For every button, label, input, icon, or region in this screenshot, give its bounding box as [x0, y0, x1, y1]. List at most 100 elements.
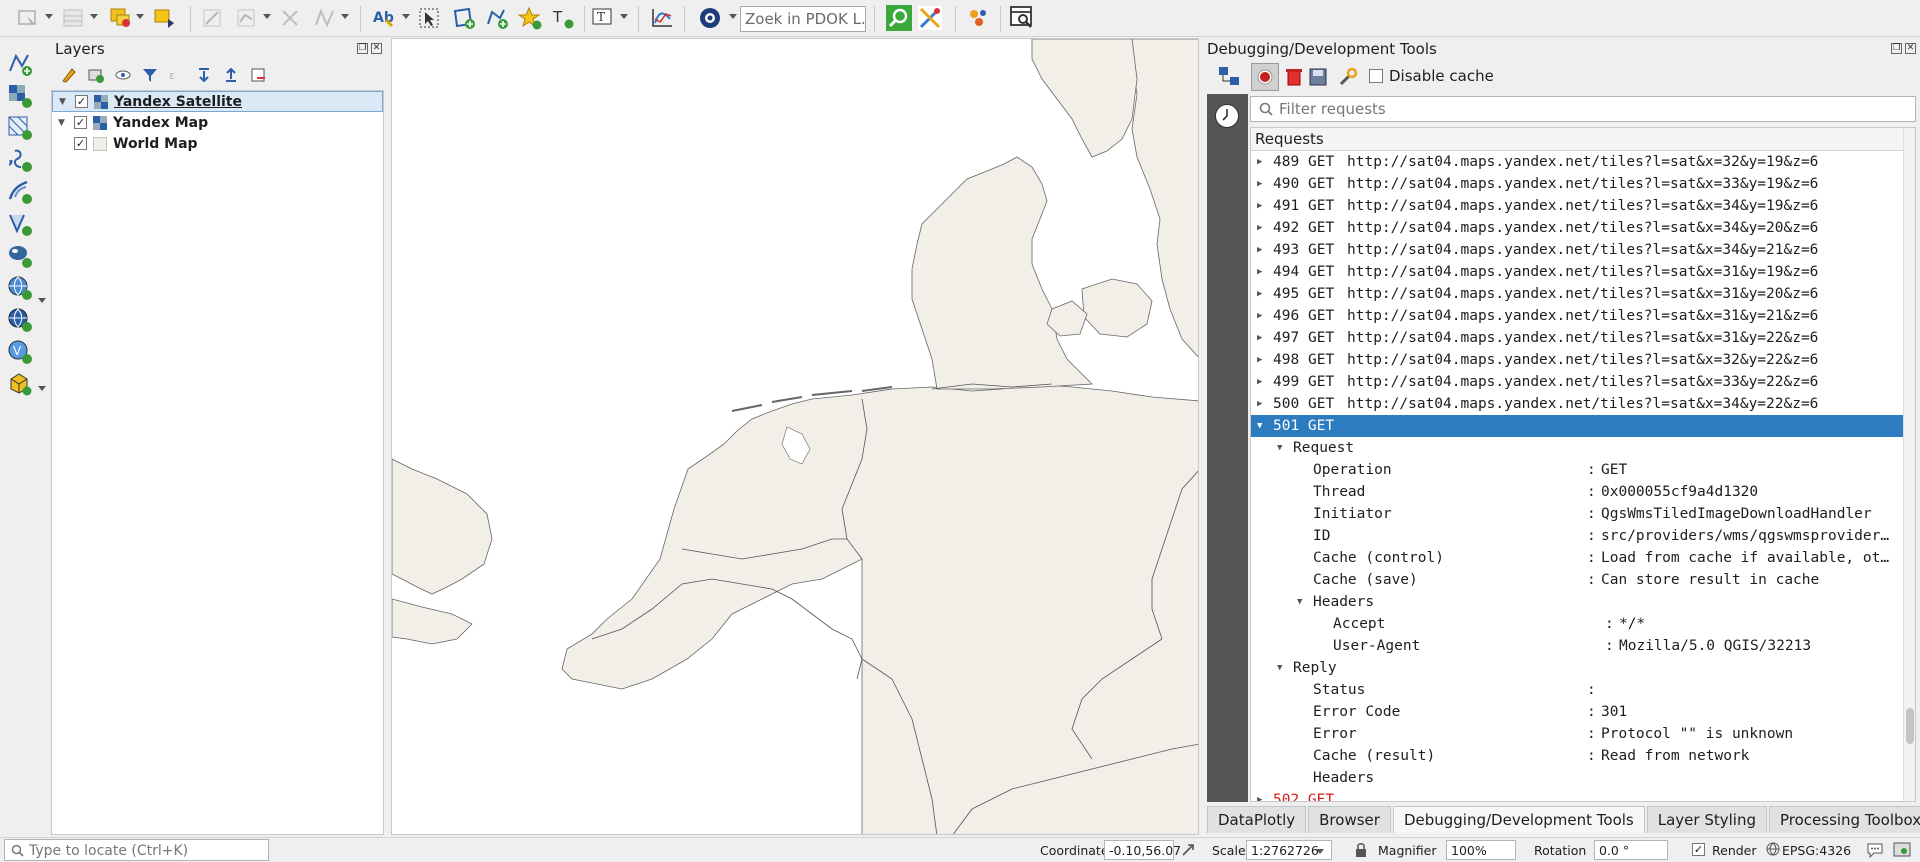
- text-annotation-icon[interactable]: Ab: [370, 4, 398, 32]
- request-row[interactable]: ▶ 494 GET http://sat04.maps.yandex.net/tile…: [1251, 261, 1903, 283]
- request-field[interactable]: Cache (control): Load from cache if avail…: [1251, 547, 1903, 569]
- reply-field[interactable]: Error: Protocol "" is unknown: [1251, 723, 1903, 745]
- select-features-icon[interactable]: [14, 4, 42, 32]
- reply-headers[interactable]: Headers: [1251, 767, 1903, 789]
- record-button[interactable]: [1251, 63, 1279, 91]
- save-log-icon[interactable]: [1307, 66, 1329, 88]
- expand-arrow-icon[interactable]: ▶: [1257, 349, 1267, 371]
- request-field[interactable]: ID: src/providers/wms/qgswmsprovider…: [1251, 525, 1903, 547]
- request-row[interactable]: ▶ 495 GET http://sat04.maps.yandex.net/tile…: [1251, 283, 1903, 305]
- request-field[interactable]: Initiator: QgsWmsTiledImageDownloadHandle…: [1251, 503, 1903, 525]
- float-panel-icon[interactable]: ❐: [1891, 43, 1902, 54]
- headers-section[interactable]: ▼ Headers: [1251, 591, 1903, 613]
- expand-arrow-icon[interactable]: ▶: [1257, 173, 1267, 195]
- expand-arrow-icon[interactable]: ▶: [1257, 393, 1267, 415]
- digitize-icon[interactable]: [198, 4, 226, 32]
- mouse-coordinate-icon[interactable]: [1180, 842, 1196, 861]
- vertical-scrollbar[interactable]: [1903, 128, 1915, 801]
- filter-expression-icon[interactable]: ε: [167, 65, 187, 85]
- vertex-tool-icon[interactable]: [232, 4, 260, 32]
- scrollbar-thumb[interactable]: [1906, 708, 1914, 744]
- deselect-icon[interactable]: [107, 4, 135, 32]
- attribute-table-icon[interactable]: [59, 4, 87, 32]
- style-manager-icon[interactable]: [59, 65, 79, 85]
- add-postgis-icon[interactable]: [6, 242, 34, 270]
- clock-icon[interactable]: [1215, 104, 1239, 128]
- tab-debugging[interactable]: Debugging/Development Tools: [1392, 806, 1645, 833]
- layer-item-yandex-map[interactable]: ▼ ✓ Yandex Map: [52, 112, 383, 133]
- add-group-icon[interactable]: [86, 65, 106, 85]
- plugin-status-icon[interactable]: [1892, 841, 1912, 862]
- add-wms-icon[interactable]: [6, 274, 34, 302]
- processing-icon[interactable]: [916, 4, 944, 32]
- request-row[interactable]: ▶ 500 GET http://sat04.maps.yandex.net/tile…: [1251, 393, 1903, 415]
- add-wfs-icon[interactable]: [6, 306, 34, 334]
- float-panel-icon[interactable]: ❐: [357, 43, 368, 54]
- tab-browser[interactable]: Browser: [1308, 806, 1391, 833]
- identify-icon[interactable]: [150, 4, 178, 32]
- request-row[interactable]: ▶ 502 GET: [1251, 789, 1903, 801]
- pdok-search-input[interactable]: Zoek in PDOK L...: [740, 6, 866, 32]
- add-vector-tile-icon[interactable]: [6, 178, 34, 206]
- filter-legend-icon[interactable]: [140, 65, 160, 85]
- crs-label[interactable]: EPSG:4326: [1782, 843, 1851, 858]
- request-row[interactable]: ▶ 492 GET http://sat04.maps.yandex.net/tile…: [1251, 217, 1903, 239]
- reply-section[interactable]: ▼ Reply: [1251, 657, 1903, 679]
- layer-visibility-checkbox[interactable]: ✓: [74, 137, 87, 150]
- text-box-icon[interactable]: T: [589, 4, 617, 32]
- render-checkbox[interactable]: ✓: [1692, 843, 1705, 856]
- python-icon[interactable]: [965, 4, 993, 32]
- pdok-search-icon[interactable]: [697, 4, 725, 32]
- node-tool-icon[interactable]: [276, 4, 304, 32]
- messages-icon[interactable]: [1866, 842, 1884, 861]
- chart-icon[interactable]: [648, 4, 676, 32]
- request-field[interactable]: Cache (save): Can store result in cache: [1251, 569, 1903, 591]
- manage-visibility-icon[interactable]: [113, 65, 133, 85]
- expand-arrow-icon[interactable]: ▶: [1257, 305, 1267, 327]
- filter-requests-input[interactable]: Filter requests: [1250, 96, 1916, 122]
- request-field[interactable]: Thread:0x000055cf9a4d1320: [1251, 481, 1903, 503]
- map-canvas[interactable]: [391, 38, 1199, 835]
- expand-arrow-icon[interactable]: ▶: [1257, 151, 1267, 173]
- layer-item-yandex-satellite[interactable]: ▼ ✓ Yandex Satellite: [52, 91, 383, 112]
- digitize-vector-icon[interactable]: [6, 50, 34, 78]
- add-virtual-layer-icon[interactable]: [6, 210, 34, 238]
- request-row[interactable]: ▶ 490 GET http://sat04.maps.yandex.net/tile…: [1251, 173, 1903, 195]
- text-tool-icon[interactable]: T: [549, 4, 577, 32]
- tab-dataplotly[interactable]: DataPlotly: [1207, 806, 1307, 833]
- lock-scale-icon[interactable]: [1354, 842, 1368, 861]
- request-row[interactable]: ▶ 493 GET http://sat04.maps.yandex.net/tile…: [1251, 239, 1903, 261]
- add-polygon-icon[interactable]: [449, 4, 477, 32]
- tab-processing-toolbox[interactable]: Processing Toolbox: [1768, 806, 1920, 833]
- expand-arrow-icon[interactable]: ▶: [1257, 283, 1267, 305]
- close-panel-icon[interactable]: ✕: [371, 43, 382, 54]
- request-row[interactable]: ▶ 497 GET http://sat04.maps.yandex.net/tile…: [1251, 327, 1903, 349]
- label-tool-icon[interactable]: [310, 4, 338, 32]
- expand-arrow-icon[interactable]: ▶: [1257, 261, 1267, 283]
- reply-field[interactable]: Cache (result): Read from network: [1251, 745, 1903, 767]
- expand-arrow-icon[interactable]: ▶: [1257, 327, 1267, 349]
- locator-input[interactable]: Type to locate (Ctrl+K): [4, 839, 269, 861]
- disable-cache-checkbox[interactable]: [1369, 69, 1383, 83]
- header-field[interactable]: User-Agent: Mozilla/5.0 QGIS/32213: [1251, 635, 1903, 657]
- request-row[interactable]: ▶ 496 GET http://sat04.maps.yandex.net/tile…: [1251, 305, 1903, 327]
- expand-arrow-icon[interactable]: ▶: [1257, 371, 1267, 393]
- coordinate-field[interactable]: -0.10,56.07: [1104, 840, 1181, 860]
- network-logger-icon[interactable]: [1217, 65, 1241, 89]
- collapse-arrow-icon[interactable]: ▼: [1257, 415, 1267, 437]
- collapse-all-icon[interactable]: [221, 65, 241, 85]
- request-row[interactable]: ▶ 489 GET http://sat04.maps.yandex.net/tile…: [1251, 151, 1903, 173]
- add-raster-icon[interactable]: [6, 82, 34, 110]
- request-field[interactable]: Operation: GET: [1251, 459, 1903, 481]
- request-row[interactable]: ▶ 491 GET http://sat04.maps.yandex.net/tile…: [1251, 195, 1903, 217]
- expand-arrow-icon[interactable]: ▶: [1257, 239, 1267, 261]
- expand-arrow-icon[interactable]: ▼: [59, 97, 69, 107]
- star-icon[interactable]: [516, 4, 544, 32]
- settings-wrench-icon[interactable]: [1337, 66, 1359, 88]
- header-field[interactable]: Accept: */*: [1251, 613, 1903, 635]
- expand-arrow-icon[interactable]: ▼: [58, 118, 68, 128]
- add-wcs-icon[interactable]: V: [6, 338, 34, 366]
- layer-visibility-checkbox[interactable]: ✓: [74, 116, 87, 129]
- request-row[interactable]: ▶ 499 GET http://sat04.maps.yandex.net/tile…: [1251, 371, 1903, 393]
- pointer-select-icon[interactable]: [415, 4, 443, 32]
